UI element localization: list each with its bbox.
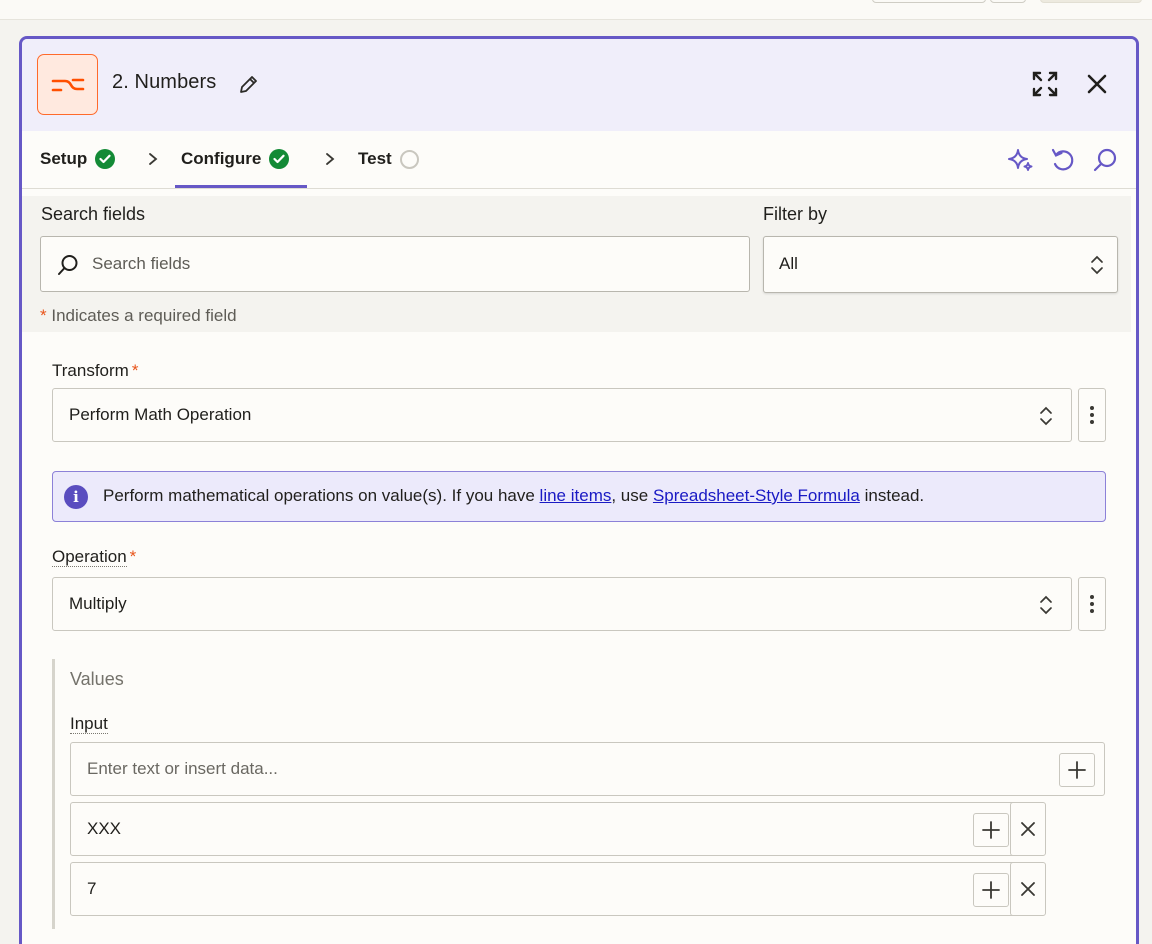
filter-by-label: Filter by <box>763 204 828 224</box>
insert-data-button[interactable] <box>973 813 1009 847</box>
close-icon[interactable] <box>1082 69 1112 99</box>
expand-icon[interactable] <box>1030 69 1060 99</box>
search-fields-placeholder: Search fields <box>92 254 191 273</box>
select-arrows-icon <box>1040 406 1052 426</box>
info-banner: i Perform mathematical operations on val… <box>52 471 1106 522</box>
plus-icon <box>982 821 1000 839</box>
new-value-input[interactable]: Enter text or insert data... <box>70 742 1105 796</box>
toolbar-button[interactable] <box>990 0 1026 3</box>
tab-test-label: Test <box>358 149 392 168</box>
check-circle-icon <box>269 149 290 169</box>
input-label: Input <box>70 714 108 734</box>
tab-configure[interactable]: Configure <box>181 149 290 169</box>
insert-data-button[interactable] <box>1059 753 1095 787</box>
search-icon <box>58 255 78 275</box>
operation-label: Operation * <box>52 547 137 567</box>
value-text: 7 <box>87 879 97 898</box>
tab-configure-label: Configure <box>181 149 262 168</box>
remove-value-button[interactable] <box>1010 802 1046 856</box>
value-input[interactable]: 7 <box>70 862 1018 916</box>
tab-test[interactable]: Test <box>358 149 419 169</box>
operation-value: Multiply <box>69 594 127 613</box>
operation-select[interactable]: Multiply <box>52 577 1072 631</box>
search-icon[interactable] <box>1090 145 1120 175</box>
value-input[interactable]: XXX <box>70 802 1018 856</box>
ai-sparkle-icon[interactable] <box>1006 145 1036 175</box>
step-tabs: Setup Configure Test <box>22 131 1136 189</box>
required-field-note: * Indicates a required field <box>40 306 237 325</box>
toolbar-button[interactable] <box>1040 0 1142 3</box>
transform-select[interactable]: Perform Math Operation <box>52 388 1072 442</box>
check-circle-icon <box>95 149 116 169</box>
close-icon <box>1021 882 1035 896</box>
close-icon <box>1021 822 1035 836</box>
field-search-bar: Search fields Filter by Search fields Al… <box>22 196 1131 332</box>
select-arrows-icon <box>1091 255 1103 275</box>
select-arrows-icon <box>1040 595 1052 615</box>
step-editor-panel: 2. Numbers Setup Configure Test Search f… <box>19 36 1139 944</box>
plus-icon <box>1068 761 1086 779</box>
transform-value: Perform Math Operation <box>69 405 252 424</box>
tab-setup[interactable]: Setup <box>40 149 116 169</box>
insert-data-button[interactable] <box>973 873 1009 907</box>
filter-by-select[interactable]: All <box>763 236 1118 293</box>
transform-more-options-button[interactable] <box>1078 388 1106 442</box>
search-fields-input[interactable]: Search fields <box>40 236 750 292</box>
chevron-right-icon <box>149 153 158 165</box>
edit-title-pencil-icon[interactable] <box>237 74 259 96</box>
remove-value-button[interactable] <box>1010 862 1046 916</box>
panel-header: 2. Numbers <box>22 39 1136 131</box>
top-toolbar-strip <box>0 0 1152 20</box>
toolbar-button[interactable] <box>872 0 986 3</box>
active-tab-indicator <box>175 185 307 188</box>
line-items-link[interactable]: line items <box>540 486 612 505</box>
new-value-placeholder: Enter text or insert data... <box>87 759 278 778</box>
transform-label: Transform * <box>52 361 139 380</box>
value-text: XXX <box>87 819 122 838</box>
tab-setup-label: Setup <box>40 149 88 168</box>
info-icon: i <box>64 485 88 509</box>
pending-circle-icon <box>399 149 419 169</box>
step-title: 2. Numbers <box>112 71 217 93</box>
plus-icon <box>982 881 1000 899</box>
undo-icon[interactable] <box>1048 145 1078 175</box>
numbers-formatter-icon <box>37 54 98 115</box>
values-title: Values <box>70 669 124 689</box>
values-group: Values Input Enter text or insert data..… <box>52 659 1112 929</box>
search-fields-label: Search fields <box>41 204 146 224</box>
spreadsheet-formula-link[interactable]: Spreadsheet-Style Formula <box>653 486 860 505</box>
chevron-right-icon <box>326 153 335 165</box>
info-message: Perform mathematical operations on value… <box>103 486 925 505</box>
filter-by-value: All <box>779 254 798 273</box>
operation-more-options-button[interactable] <box>1078 577 1106 631</box>
